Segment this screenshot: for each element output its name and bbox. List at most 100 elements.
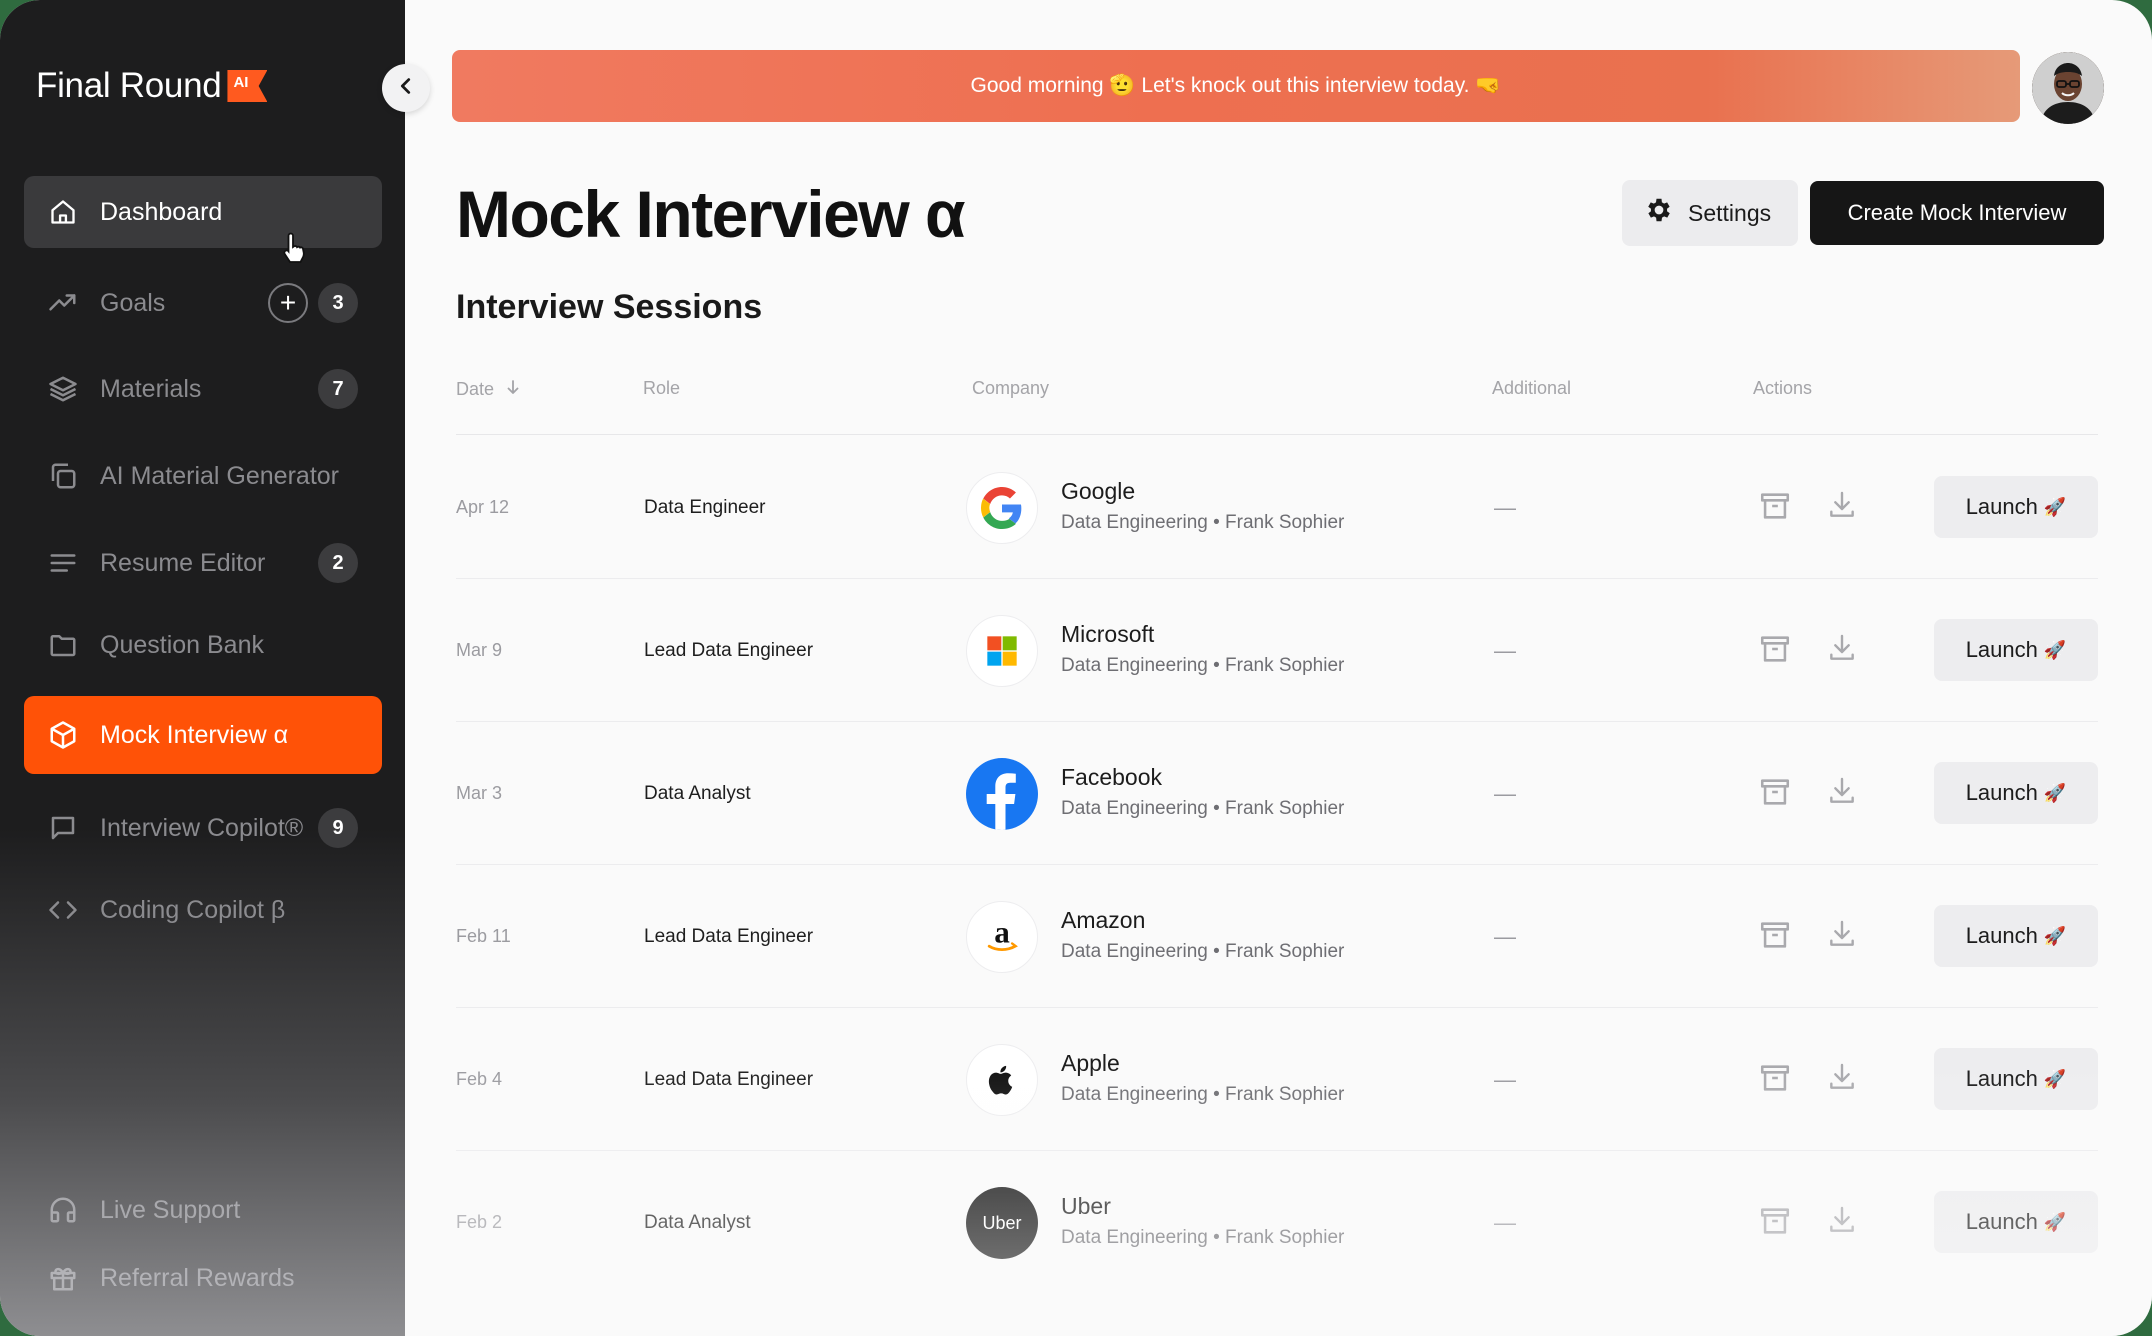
sidebar-item-live-support[interactable]: Live Support	[24, 1174, 382, 1246]
folder-icon	[48, 630, 78, 660]
archive-icon[interactable]	[1758, 632, 1792, 671]
table-row[interactable]: Feb 4 Lead Data Engineer Apple Data Engi…	[456, 1008, 2098, 1151]
sidebar-item-interview-copilot[interactable]: Interview Copilot® 9	[24, 792, 382, 864]
table-row[interactable]: Feb 11 Lead Data Engineer a Amazon Data …	[456, 865, 2098, 1008]
column-header-company: Company	[972, 378, 1049, 399]
sidebar-item-goals[interactable]: Goals + 3	[24, 267, 382, 339]
goals-count-badge: 3	[318, 283, 358, 323]
sidebar-item-label: Interview Copilot®	[100, 813, 304, 842]
sidebar-item-label: Live Support	[100, 1195, 241, 1224]
column-header-label: Actions	[1753, 378, 1813, 398]
column-header-label: Date	[456, 379, 495, 399]
launch-button[interactable]: Launch 🚀	[1934, 1048, 2098, 1110]
rocket-icon: 🚀	[2043, 1068, 2067, 1089]
launch-label: Launch	[1965, 1066, 2038, 1091]
row-date: Mar 9	[456, 640, 503, 660]
uber-logo-text: Uber	[982, 1212, 1022, 1233]
row-role: Lead Data Engineer	[644, 640, 814, 661]
column-header-date[interactable]: Date	[456, 378, 522, 401]
rocket-icon: 🚀	[2043, 782, 2067, 803]
sidebar-item-referral-rewards[interactable]: Referral Rewards	[24, 1242, 382, 1314]
row-subtitle: Data Engineering • Frank Sophier	[1061, 655, 1345, 676]
sidebar-item-question-bank[interactable]: Question Bank	[24, 609, 382, 681]
rocket-icon: 🚀	[2043, 496, 2067, 517]
add-goal-button[interactable]: +	[268, 283, 308, 323]
column-header-label: Role	[643, 378, 681, 398]
greeting-banner: Good morning 🫡 Let's knock out this inte…	[452, 50, 2020, 122]
brand-logo[interactable]: Final Round AI	[36, 66, 268, 106]
amazon-logo-icon: a	[966, 901, 1038, 973]
table-row[interactable]: Feb 2 Data Analyst Uber Uber Data Engine…	[456, 1151, 2098, 1294]
row-company: Apple	[1061, 1050, 1120, 1076]
row-company: Amazon	[1061, 907, 1146, 933]
materials-count-badge: 7	[318, 369, 358, 409]
sidebar-item-label: Goals	[100, 288, 166, 317]
launch-label: Launch	[1965, 1209, 2038, 1234]
uber-logo-icon: Uber	[966, 1187, 1038, 1259]
row-date: Feb 11	[456, 926, 511, 946]
avatar[interactable]	[2032, 52, 2104, 124]
sidebar-item-mock-interview[interactable]: Mock Interview α	[24, 696, 382, 774]
download-icon[interactable]	[1826, 918, 1858, 955]
settings-button[interactable]: Settings	[1622, 180, 1798, 246]
sidebar-item-resume-editor[interactable]: Resume Editor 2	[24, 527, 382, 599]
sidebar-item-ai-material-generator[interactable]: AI Material Generator	[24, 440, 382, 512]
column-header-actions: Actions	[1753, 378, 1812, 399]
table-row[interactable]: Mar 9 Lead Data Engineer Microsoft Data …	[456, 579, 2098, 722]
row-date: Apr 12	[456, 497, 510, 517]
archive-icon[interactable]	[1758, 1204, 1792, 1243]
archive-icon[interactable]	[1758, 489, 1792, 528]
sidebar-item-dashboard[interactable]: Dashboard	[24, 176, 382, 248]
launch-button[interactable]: Launch 🚀	[1934, 619, 2098, 681]
gear-icon	[1644, 195, 1688, 231]
code-icon	[48, 895, 78, 925]
archive-icon[interactable]	[1758, 1061, 1792, 1100]
rocket-icon: 🚀	[2043, 925, 2067, 946]
column-header-label: Company	[972, 378, 1050, 398]
row-additional: —	[1494, 638, 1516, 663]
launch-button[interactable]: Launch 🚀	[1934, 905, 2098, 967]
row-additional: —	[1494, 924, 1516, 949]
message-square-icon	[48, 813, 78, 843]
row-additional: —	[1494, 495, 1516, 520]
sidebar-item-label: Materials	[100, 374, 202, 403]
settings-label: Settings	[1688, 199, 1772, 226]
microsoft-logo-icon	[966, 615, 1038, 687]
sidebar-item-materials[interactable]: Materials 7	[24, 353, 382, 425]
download-icon[interactable]	[1826, 632, 1858, 669]
copilot-count-badge: 9	[318, 808, 358, 848]
launch-button[interactable]: Launch 🚀	[1934, 1191, 2098, 1253]
download-icon[interactable]	[1826, 1204, 1858, 1241]
brand-ai-tag: AI	[227, 70, 268, 102]
svg-text:a: a	[994, 915, 1010, 950]
table-row[interactable]: Apr 12 Data Engineer Google Data Enginee…	[456, 436, 2098, 579]
row-additional: —	[1494, 1067, 1516, 1092]
download-icon[interactable]	[1826, 489, 1858, 526]
create-label: Create Mock Interview	[1847, 200, 2067, 225]
row-company: Google	[1061, 478, 1136, 504]
copy-icon	[48, 461, 78, 491]
sidebar-item-label: Question Bank	[100, 630, 264, 659]
sidebar-item-coding-copilot[interactable]: Coding Copilot β	[24, 874, 382, 946]
collapse-sidebar-button[interactable]	[382, 64, 430, 112]
hand-pointer-cursor-icon	[278, 232, 308, 273]
row-role: Data Analyst	[644, 783, 751, 804]
row-subtitle: Data Engineering • Frank Sophier	[1061, 1084, 1345, 1105]
download-icon[interactable]	[1826, 775, 1858, 812]
facebook-logo-icon	[966, 758, 1038, 830]
table-row[interactable]: Mar 3 Data Analyst Facebook Data Enginee…	[456, 722, 2098, 865]
download-icon[interactable]	[1826, 1061, 1858, 1098]
rocket-icon: 🚀	[2043, 639, 2067, 660]
column-header-label: Additional	[1492, 378, 1572, 398]
launch-button[interactable]: Launch 🚀	[1934, 476, 2098, 538]
home-icon	[48, 197, 78, 227]
chevron-left-icon	[395, 75, 417, 102]
sidebar: Final Round AI Dashboard Goals + 3 Mater…	[0, 0, 405, 1336]
create-mock-interview-button[interactable]: Create Mock Interview	[1810, 181, 2104, 245]
greeting-text: Good morning 🫡 Let's knock out this inte…	[970, 74, 1502, 97]
row-subtitle: Data Engineering • Frank Sophier	[1061, 1227, 1345, 1248]
archive-icon[interactable]	[1758, 918, 1792, 957]
launch-button[interactable]: Launch 🚀	[1934, 762, 2098, 824]
archive-icon[interactable]	[1758, 775, 1792, 814]
row-date: Mar 3	[456, 783, 503, 803]
